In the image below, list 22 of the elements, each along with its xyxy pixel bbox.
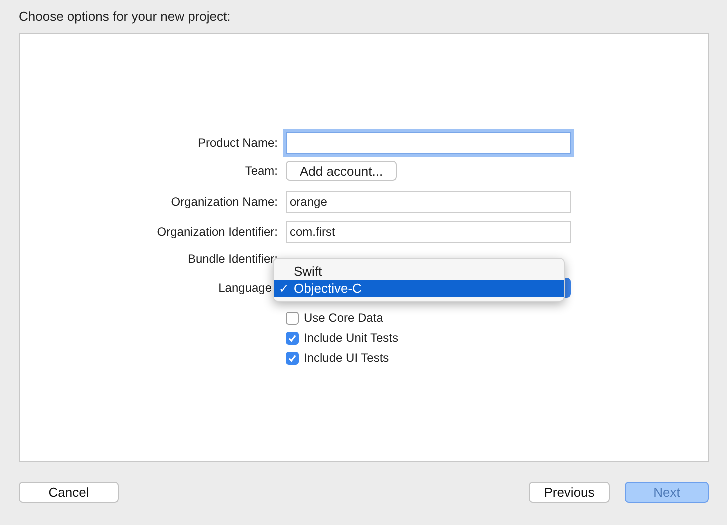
dialog-button[interactable]: Previous bbox=[529, 482, 610, 503]
field-label: Team: bbox=[245, 164, 278, 178]
checkbox[interactable] bbox=[286, 332, 299, 344]
menu-item[interactable]: Swift bbox=[274, 263, 564, 280]
field-label: Product Name: bbox=[198, 136, 278, 150]
text-field[interactable]: orange bbox=[286, 191, 571, 213]
field-label: Language bbox=[218, 281, 272, 295]
dialog-title: Choose options for your new project: bbox=[19, 8, 231, 26]
text-field[interactable] bbox=[286, 132, 571, 154]
field-label: Organization Name: bbox=[171, 195, 278, 209]
add-account-button[interactable]: Add account... bbox=[286, 161, 398, 181]
field-label: Bundle Identifier: bbox=[188, 252, 278, 266]
checkbox[interactable] bbox=[286, 352, 299, 364]
field-label: Organization Identifier: bbox=[157, 225, 278, 239]
text-field[interactable]: com.first bbox=[286, 221, 571, 243]
check-mark: ✓ bbox=[279, 280, 289, 298]
checkbox-label: Include UI Tests bbox=[304, 350, 390, 367]
menu-item[interactable]: ✓ Objective-C bbox=[274, 280, 564, 297]
checkbox-label: Include Unit Tests bbox=[304, 330, 398, 347]
dialog-button[interactable]: Cancel bbox=[19, 482, 119, 503]
checkbox-label: Use Core Data bbox=[304, 310, 384, 327]
checkbox[interactable] bbox=[286, 312, 299, 324]
